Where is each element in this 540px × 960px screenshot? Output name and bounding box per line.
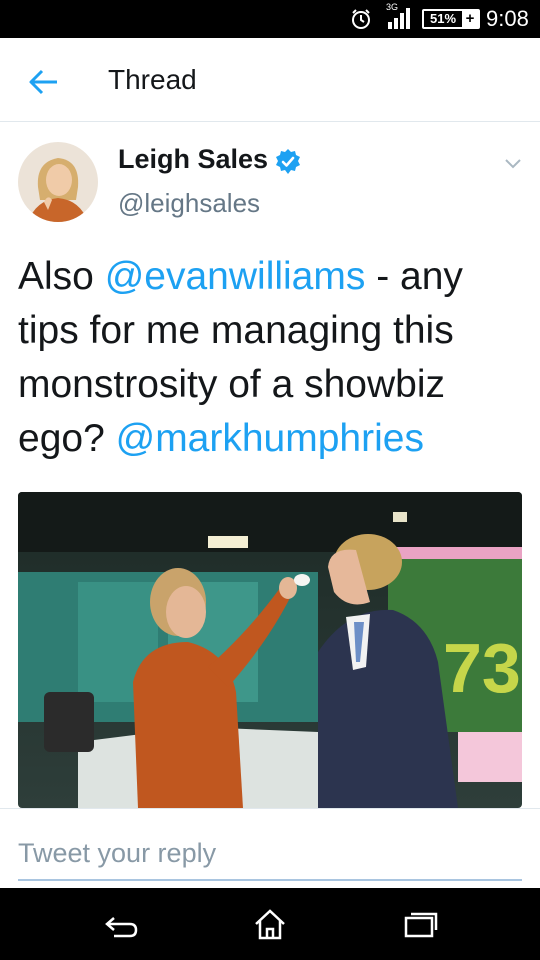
tweet-text-part: Also (18, 255, 105, 298)
charging-icon: + (462, 11, 478, 27)
avatar[interactable] (18, 142, 98, 222)
reply-input[interactable] (18, 827, 522, 881)
signal-icon (388, 8, 410, 29)
author-handle[interactable]: @leighsales (118, 188, 260, 219)
back-arrow-icon[interactable] (24, 62, 64, 102)
home-icon[interactable] (250, 906, 290, 942)
chevron-down-icon[interactable] (500, 150, 526, 176)
battery-icon: 51% + (422, 9, 480, 29)
recents-icon[interactable] (400, 906, 440, 942)
photo-image: 73 (18, 492, 522, 808)
author-name[interactable]: Leigh Sales (118, 144, 268, 175)
battery-level: 51% (429, 11, 457, 26)
mention-link[interactable]: @markhumphries (116, 417, 424, 460)
verified-badge-icon (276, 149, 300, 174)
status-bar: 3G 51% + 9:08 (0, 0, 540, 38)
mention-link[interactable]: @evanwilliams (105, 255, 366, 298)
page-title: Thread (108, 64, 197, 95)
screen-graphic-text: 73 (443, 629, 521, 707)
app-header: Thread (0, 38, 540, 122)
avatar-image (18, 142, 98, 222)
tweet-photo[interactable]: 73 (18, 492, 522, 808)
alarm-icon (352, 9, 370, 29)
tweet-text: Also @evanwilliams - any tips for me man… (18, 250, 526, 466)
navigation-bar (0, 888, 540, 960)
clock: 9:08 (486, 6, 529, 31)
back-icon[interactable] (100, 906, 140, 942)
reply-bar (0, 808, 540, 888)
